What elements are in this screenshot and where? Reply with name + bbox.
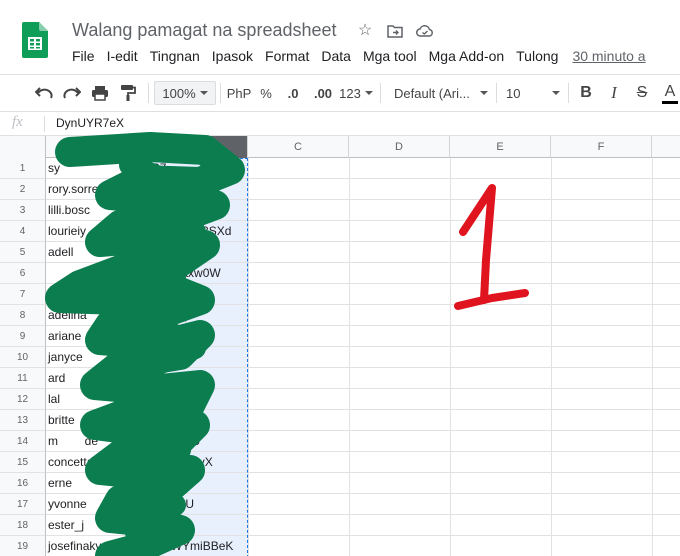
percent-format-button[interactable]: % — [257, 75, 275, 111]
chevron-down-icon — [199, 91, 208, 95]
row-header[interactable]: 8 — [0, 305, 46, 326]
decrease-decimals-button[interactable]: .0 — [280, 75, 306, 111]
row-header[interactable]: 17 — [0, 494, 46, 515]
bold-button[interactable]: B — [577, 75, 595, 111]
row-header[interactable]: 3 — [0, 200, 46, 221]
redo-icon[interactable] — [60, 75, 84, 111]
chevron-down-icon — [552, 91, 560, 95]
chevron-down-icon — [364, 91, 373, 95]
font-size-select[interactable]: 10 — [506, 75, 560, 111]
menu-data[interactable]: Data — [321, 48, 357, 64]
chevron-down-icon — [480, 91, 488, 95]
print-icon[interactable] — [88, 75, 112, 111]
number-format-select[interactable]: 123 — [339, 75, 373, 111]
column-header-c[interactable]: C — [248, 136, 349, 158]
row-header[interactable]: 4 — [0, 221, 46, 242]
number-format-label: 123 — [339, 85, 361, 101]
row-header[interactable]: 13 — [0, 410, 46, 431]
undo-icon[interactable] — [32, 75, 56, 111]
menu-addons[interactable]: Mga Add-on — [429, 48, 511, 64]
move-folder-icon[interactable] — [386, 22, 404, 40]
row-header[interactable]: 5 — [0, 242, 46, 263]
row-header[interactable]: 6 — [0, 263, 46, 284]
row-header[interactable]: 9 — [0, 326, 46, 347]
text-color-button[interactable]: A — [662, 82, 678, 104]
column-header-row: A B C D E F — [0, 136, 680, 158]
menu-view[interactable]: Tingnan — [150, 48, 206, 64]
menu-insert[interactable]: Ipasok — [212, 48, 259, 64]
select-all-corner[interactable] — [0, 136, 46, 158]
column-header-a[interactable]: A — [46, 136, 147, 158]
decrease-decimals-label: .0 — [287, 85, 299, 101]
star-icon[interactable]: ☆ — [356, 22, 374, 40]
font-select[interactable]: Default (Ari... — [394, 75, 488, 111]
font-label: Default (Ari... — [394, 85, 470, 101]
row-header[interactable]: 14 — [0, 431, 46, 452]
row-header[interactable]: 7 — [0, 284, 46, 305]
zoom-value: 100% — [162, 85, 196, 101]
column-header-e[interactable]: E — [450, 136, 551, 158]
row-header[interactable]: 15 — [0, 452, 46, 473]
row-header[interactable]: 18 — [0, 515, 46, 536]
cloud-status-icon[interactable] — [416, 22, 434, 40]
last-edit-link[interactable]: 30 minuto a — [572, 48, 645, 64]
row-header[interactable]: 12 — [0, 389, 46, 410]
row-header[interactable]: 19 — [0, 536, 46, 556]
column-header-b[interactable]: B — [147, 136, 248, 158]
row-header[interactable]: 16 — [0, 473, 46, 494]
menu-tools[interactable]: Mga tool — [363, 48, 423, 64]
document-title[interactable]: Walang pamagat na spreadsheet — [72, 20, 337, 41]
row-header[interactable]: 10 — [0, 347, 46, 368]
column-header-f[interactable]: F — [551, 136, 652, 158]
paint-format-icon[interactable] — [116, 75, 140, 111]
zoom-select[interactable]: 100% — [154, 81, 216, 105]
row-header[interactable]: 2 — [0, 179, 46, 200]
strikethrough-button[interactable]: S — [633, 75, 651, 111]
menu-file[interactable]: File — [72, 48, 101, 64]
sheet-grid[interactable]: A B C D E F 1 sy YR7 2 rory.sorre 3 lilli.bos… — [0, 136, 680, 556]
column-b-selection — [147, 158, 248, 556]
font-size-label: 10 — [506, 85, 521, 101]
increase-decimals-button[interactable]: .00 — [308, 75, 338, 111]
increase-decimals-label: .00 — [313, 85, 333, 101]
formula-bar: fx DynUYR7eX — [0, 112, 680, 136]
italic-button[interactable]: I — [605, 75, 623, 111]
sheets-logo-icon[interactable] — [22, 22, 48, 58]
formula-input[interactable]: DynUYR7eX — [56, 116, 124, 130]
toolbar: 100% PhP % .0 .00 123 Default (Ari... 10… — [0, 74, 680, 112]
menu-bar: File I-edit Tingnan Ipasok Format Data M… — [72, 48, 646, 64]
row-header[interactable]: 11 — [0, 368, 46, 389]
currency-format-button[interactable]: PhP — [225, 75, 253, 111]
row-header[interactable]: 1 — [0, 158, 46, 179]
menu-format[interactable]: Format — [265, 48, 315, 64]
fx-icon: fx — [12, 114, 23, 130]
column-header-d[interactable]: D — [349, 136, 450, 158]
menu-help[interactable]: Tulong — [516, 48, 564, 64]
menu-edit[interactable]: I-edit — [107, 48, 144, 64]
